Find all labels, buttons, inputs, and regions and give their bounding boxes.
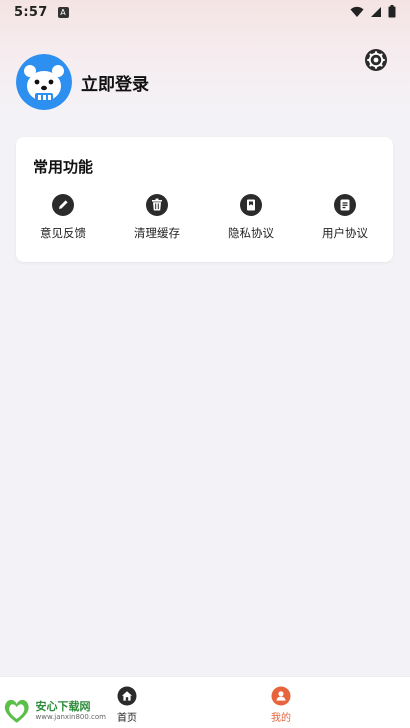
gear-icon: [365, 49, 387, 71]
feedback-button[interactable]: 意见反馈: [16, 193, 110, 241]
nav-label: 首页: [117, 713, 137, 724]
function-label: 用户协议: [322, 226, 368, 240]
battery-icon: [388, 5, 396, 18]
settings-button[interactable]: [364, 48, 388, 72]
person-icon: [271, 686, 291, 706]
watermark-url: www.janxin800.com: [35, 712, 107, 721]
avatar[interactable]: [16, 54, 72, 110]
function-label: 清理缓存: [134, 226, 180, 240]
user-agreement-button[interactable]: 用户协议: [298, 193, 392, 241]
signal-icon: [371, 6, 381, 17]
user-doc-icon: [334, 194, 356, 216]
login-link[interactable]: 立即登录: [81, 70, 149, 95]
nav-label: 我的: [271, 713, 291, 724]
notification-badge: A: [57, 6, 69, 18]
function-label: 隐私协议: [228, 226, 274, 240]
nav-mine[interactable]: 我的: [271, 686, 291, 724]
profile-section[interactable]: 立即登录: [16, 54, 149, 110]
function-label: 意见反馈: [40, 226, 86, 240]
privacy-doc-icon: [240, 194, 262, 216]
status-bar: 5:57 A: [0, 0, 410, 24]
wifi-icon: [350, 6, 364, 17]
home-icon: [117, 686, 137, 706]
status-icons: [350, 5, 396, 18]
privacy-policy-button[interactable]: 隐私协议: [204, 193, 298, 241]
clear-cache-button[interactable]: 清理缓存: [110, 193, 204, 241]
watermark: 安心下载网 www.janxin800.com: [0, 696, 106, 726]
watermark-brand: 安心下载网: [35, 699, 91, 713]
nav-home[interactable]: 首页: [117, 686, 137, 724]
watermark-text: 安心下载网 www.janxin800.com: [35, 699, 107, 722]
heart-logo-icon: [4, 699, 29, 723]
bear-avatar-icon: [16, 54, 72, 110]
common-functions-card: 常用功能 意见反馈 清理缓存 隐私协议 用户协议: [16, 137, 393, 262]
pencil-icon: [52, 194, 74, 216]
status-time: 5:57: [14, 4, 48, 20]
card-title: 常用功能: [33, 158, 94, 176]
trash-icon: [146, 194, 168, 216]
function-grid: 意见反馈 清理缓存 隐私协议 用户协议: [16, 193, 393, 241]
